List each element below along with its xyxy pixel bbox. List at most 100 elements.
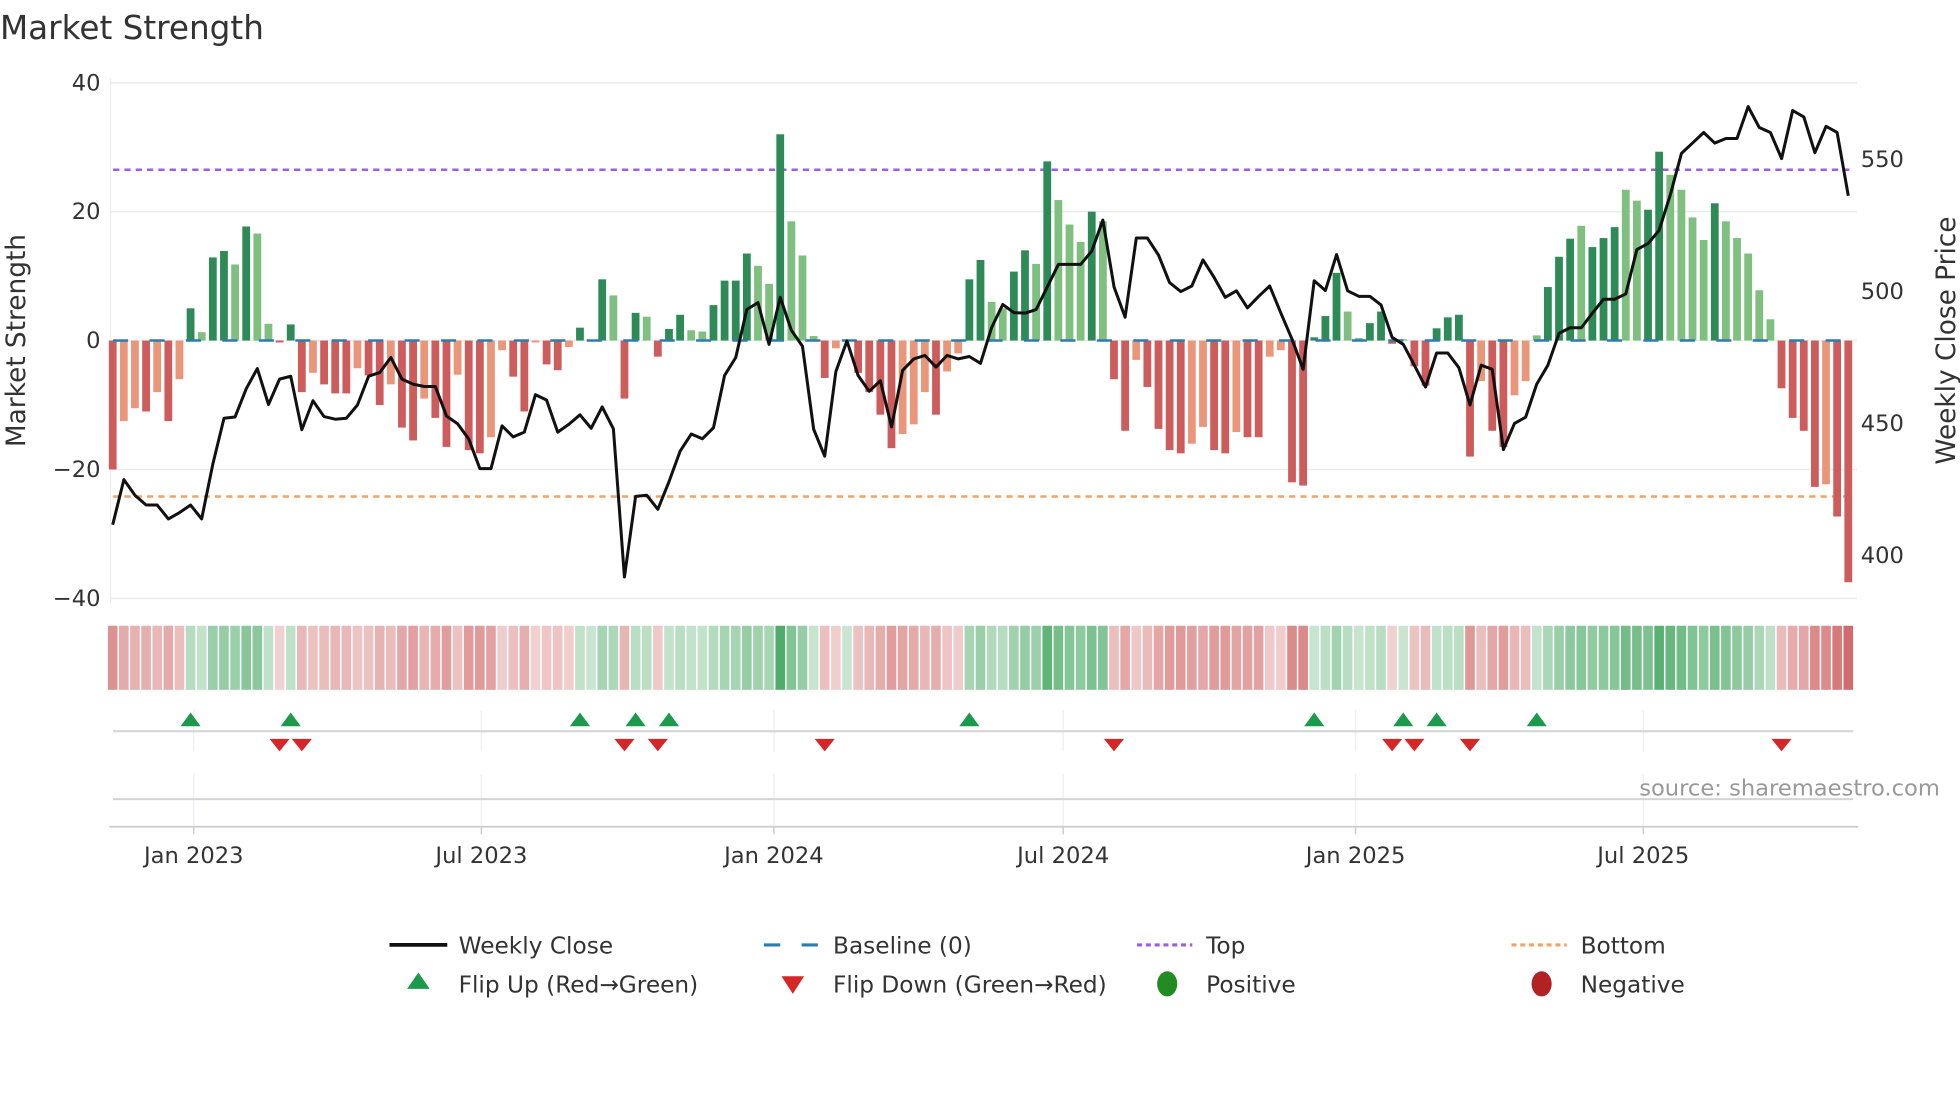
strip-cell [119,625,129,690]
strip-cell [719,625,730,690]
strength-bar [320,340,328,385]
strength-bar [1121,340,1130,431]
y-axis-right: 550 500 450 400 [1861,147,1904,569]
flip-down-marker [1771,738,1792,752]
strip-cell [552,625,563,690]
strength-bar [1365,323,1374,341]
legend-label: Negative [1581,972,1685,999]
strip-cell [1465,625,1475,690]
strength-bar [1621,189,1630,341]
strength-heat-strip [107,625,1854,690]
strip-cell [1264,625,1275,690]
strength-bar [1076,241,1085,341]
strip-cell [408,625,418,690]
strip-cell [1509,625,1520,690]
strength-bar [119,340,128,422]
strip-cell [1632,625,1642,690]
strength-bar [1744,253,1753,341]
strength-bar [665,328,673,341]
strength-bar [1165,340,1174,451]
strength-bar [954,340,963,354]
strength-bar [1799,340,1808,431]
strip-cell [1164,625,1175,690]
strip-cell [541,625,552,690]
strength-bar [609,295,618,341]
strength-bar [1521,340,1530,382]
strip-cell [1554,625,1564,690]
flip-down-marker [814,738,835,752]
strip-cell [530,625,541,690]
strip-cell [920,625,930,690]
strip-cell [1487,625,1498,690]
strength-bar [208,257,217,341]
strip-cell [942,625,952,690]
flip-up-marker [625,712,646,727]
strip-cell [1709,625,1720,690]
strip-cell [1721,625,1731,690]
strip-cell [1064,625,1075,690]
strip-cell [697,625,708,690]
strip-cell [130,625,140,690]
strip-cell [819,625,830,690]
strip-cell [1409,625,1420,690]
strength-bar [1265,340,1274,357]
strip-cell [519,625,530,690]
strip-cell [1454,625,1464,690]
strip-cell [1120,625,1130,690]
strip-cell [208,625,218,690]
strength-bar [1199,340,1207,427]
strip-cell [953,625,964,690]
strength-bar [1043,161,1052,341]
strength-bar [275,340,284,343]
strength-bar [1154,340,1163,429]
flip-up-marker [180,712,201,727]
strength-bar [1443,317,1452,341]
strength-bar [1777,340,1786,389]
legend-item: Weekly Close [389,933,613,960]
x-tick-label: Jan 2024 [722,843,824,869]
strength-bar [131,340,139,409]
legend-label: Weekly Close [459,933,614,960]
strip-cell [742,625,752,690]
strip-cell [285,625,296,690]
flip-up-marker [1426,712,1447,727]
strip-cell [330,625,341,690]
strip-cell [1420,625,1431,690]
strip-cell [230,625,240,690]
strength-bar [909,340,918,425]
strip-cell [897,625,908,690]
strength-bar [1087,211,1096,341]
strip-cell [608,625,619,690]
y-tick-label: 0 [86,328,100,354]
y2-tick-label: 550 [1861,147,1904,173]
strength-bar [876,340,885,415]
strength-bar [398,340,406,428]
strength-bar [1722,221,1730,341]
strength-bar [264,323,273,341]
strip-cell [274,625,285,690]
strength-bar [932,340,940,415]
strength-bar [108,340,117,470]
legend-item: Positive [1157,971,1296,999]
strip-cell [1220,625,1231,690]
flip-down-marker [1459,738,1481,752]
strength-bar [1143,340,1152,387]
strip-cell [1687,625,1698,690]
x-tick-label: Jul 2023 [433,843,527,869]
strength-bar [620,340,629,399]
strength-bar [1232,340,1241,433]
strength-bar [487,340,495,438]
strength-bar [1321,316,1330,341]
market-strength-chart: Market Strength 40 20 0 −20 −40 550 500 450 400… [0,9,1960,999]
legend-item: Top [1137,933,1245,960]
strength-bar [631,312,640,341]
strip-cell [1086,625,1097,690]
strip-cell [764,625,774,690]
strength-bar [1633,200,1641,341]
strip-cell [619,625,630,690]
strip-cell [1654,625,1664,690]
strength-bar [1599,238,1608,341]
strip-cell [1198,625,1208,690]
strip-cell [831,625,841,690]
strength-bar [1543,287,1552,341]
